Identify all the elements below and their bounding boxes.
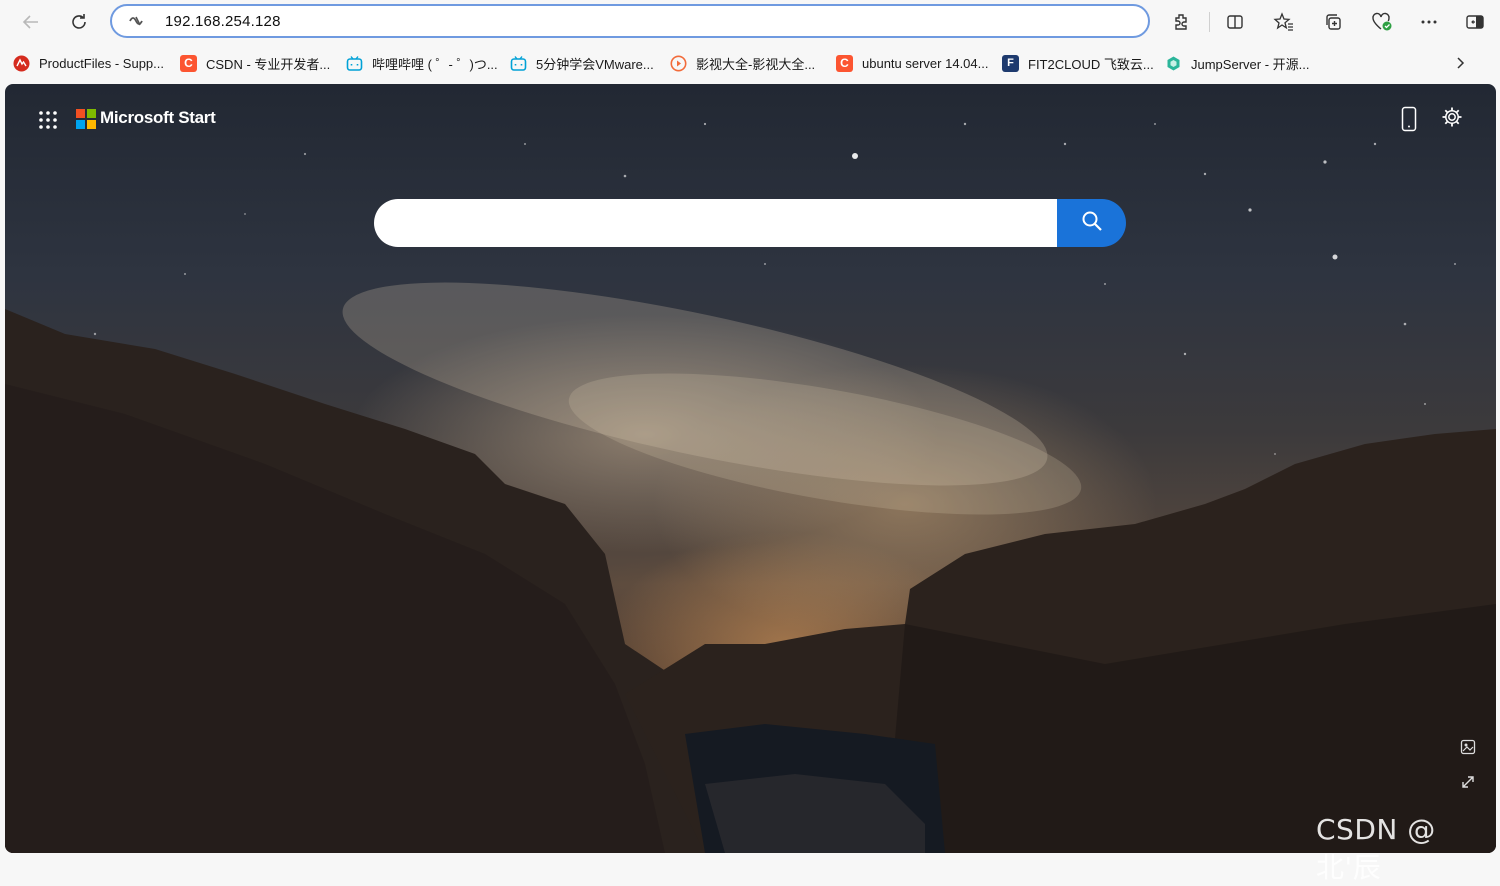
csdn-c-icon: C <box>180 54 197 72</box>
address-bar[interactable]: 192.168.254.128 <box>110 4 1150 38</box>
search-button[interactable] <box>1057 199 1126 247</box>
image-info-icon[interactable] <box>1460 739 1476 760</box>
extensions-icon[interactable] <box>1167 7 1197 37</box>
more-options-icon[interactable] <box>1414 7 1444 37</box>
expand-icon[interactable] <box>1460 774 1476 795</box>
search-input[interactable] <box>374 199 1064 247</box>
address-url: 192.168.254.128 <box>165 13 281 30</box>
microsoft-logo-icon <box>76 109 96 129</box>
bookmark-productfiles[interactable]: ProductFiles - Supp... <box>13 53 164 73</box>
search-icon <box>1081 210 1103 237</box>
toolbar-divider <box>1209 12 1210 32</box>
split-screen-icon[interactable] <box>1220 7 1250 37</box>
bookmark-bilibili[interactable]: 哔哩哔哩 ( ゜- ゜)つ... <box>346 53 498 73</box>
favorites-icon[interactable] <box>1269 7 1299 37</box>
fit2cloud-icon: F <box>1002 54 1019 72</box>
play-circle-icon <box>670 55 687 72</box>
bookmark-jumpserver[interactable]: JumpServer - 开源... <box>1165 53 1309 73</box>
bookmark-label: CSDN - 专业开发者... <box>206 56 331 72</box>
bookmarks-bar: ProductFiles - Supp... C CSDN - 专业开发者...… <box>0 46 1500 80</box>
apps-grid-icon[interactable] <box>38 110 58 130</box>
vmware-red-icon <box>13 55 30 72</box>
jumpserver-icon <box>1165 55 1182 72</box>
mobile-phone-icon[interactable] <box>1401 106 1417 137</box>
bilibili-tv-icon <box>510 55 527 72</box>
bookmark-label: 哔哩哔哩 ( ゜- ゜)つ... <box>372 56 498 72</box>
bookmark-label: 影视大全-影视大全... <box>696 56 816 72</box>
browser-essentials-icon[interactable] <box>1367 7 1397 37</box>
bookmark-video-site[interactable]: 影视大全-影视大全... <box>670 53 815 73</box>
csdn-watermark: CSDN @北'辰 <box>1316 813 1436 884</box>
sidebar-toggle-icon[interactable] <box>1460 7 1490 37</box>
brand-title[interactable]: Microsoft Start <box>100 108 216 128</box>
bookmark-fit2cloud[interactable]: F FIT2CLOUD 飞致云... <box>1002 53 1154 73</box>
gear-icon[interactable] <box>1441 106 1463 133</box>
bookmark-label: ProductFiles - Supp... <box>39 55 164 71</box>
bookmark-vmware-tutorial[interactable]: 5分钟学会VMware... <box>510 53 654 73</box>
bookmark-ubuntu[interactable]: C ubuntu server 14.04... <box>836 53 988 73</box>
refresh-icon[interactable] <box>64 7 94 37</box>
collections-icon[interactable] <box>1318 7 1348 37</box>
not-secure-icon[interactable] <box>128 12 148 35</box>
bookmark-label: FIT2CLOUD 飞致云... <box>1028 56 1154 72</box>
browser-toolbar: 192.168.254.128 <box>0 0 1500 44</box>
chevron-right-icon[interactable] <box>1452 53 1468 73</box>
search-box <box>374 199 1126 247</box>
bookmark-label: 5分钟学会VMware... <box>536 56 654 72</box>
bookmark-label: ubuntu server 14.04... <box>862 55 989 71</box>
bilibili-tv-icon <box>346 55 363 72</box>
csdn-c-icon: C <box>836 54 853 72</box>
bookmark-csdn[interactable]: C CSDN - 专业开发者... <box>180 53 330 73</box>
bookmark-label: JumpServer - 开源... <box>1191 56 1310 72</box>
back-arrow-icon[interactable] <box>16 7 46 37</box>
new-tab-page: Microsoft Start <box>5 84 1496 853</box>
